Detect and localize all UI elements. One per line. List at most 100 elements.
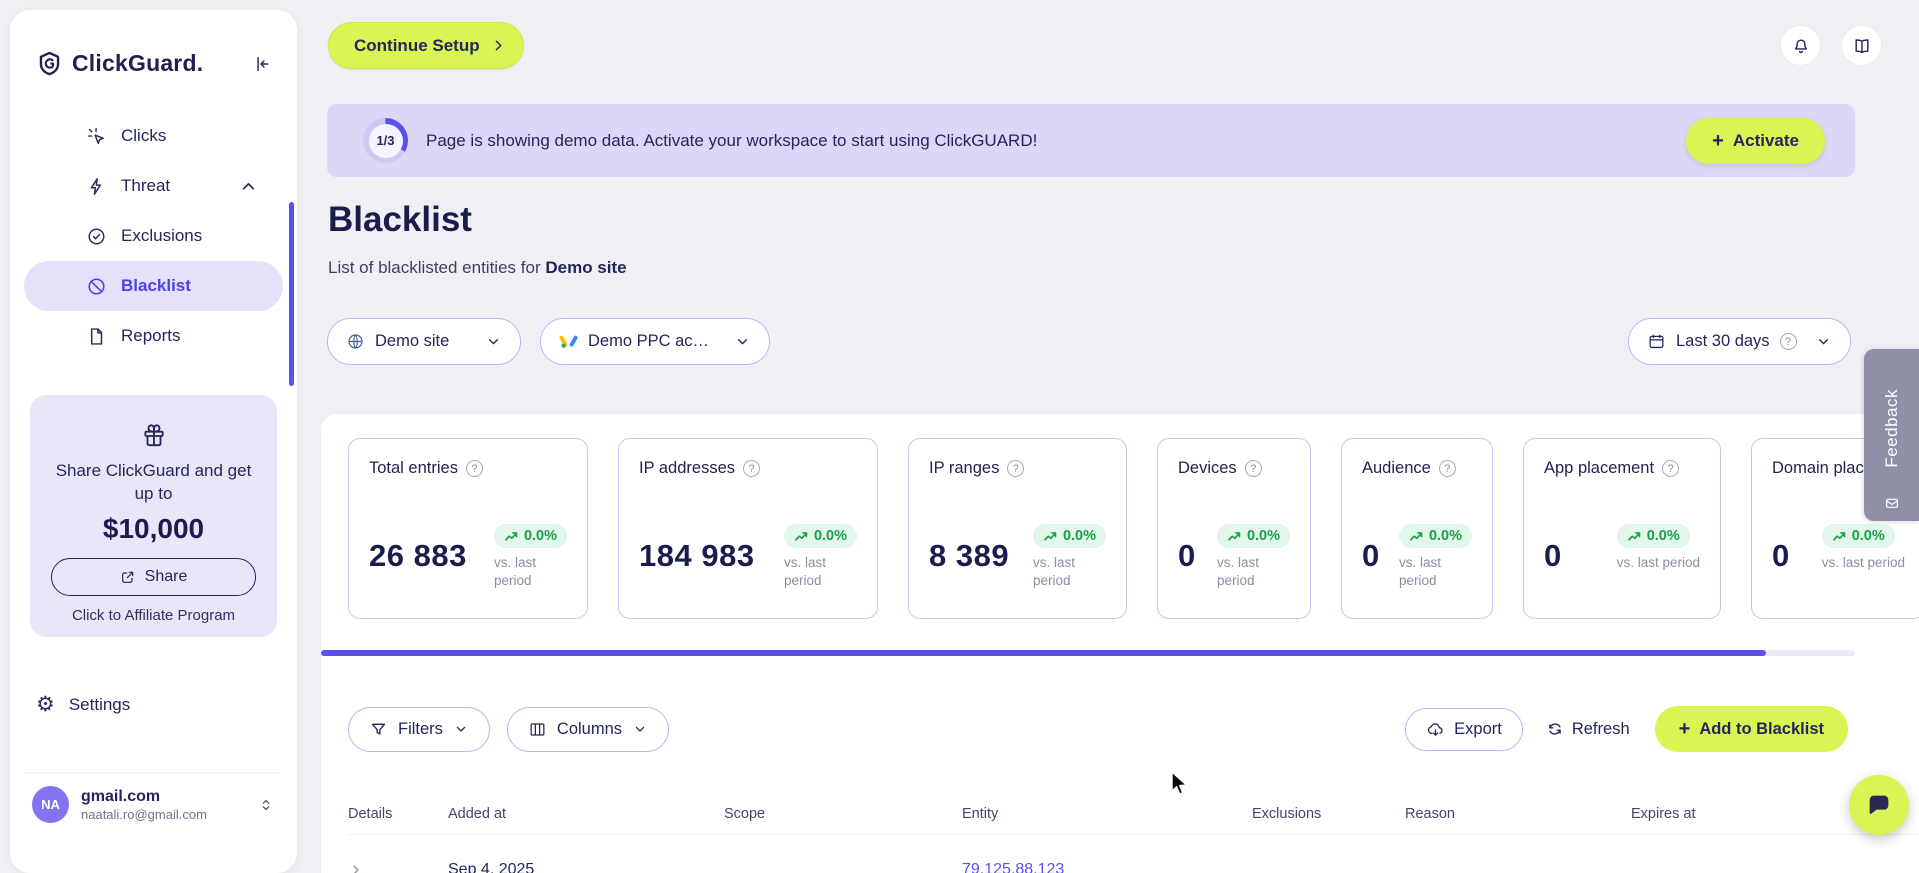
sidebar-scrollbar-thumb[interactable] xyxy=(289,202,294,386)
feedback-label: Feedback xyxy=(1881,388,1901,468)
table-row[interactable]: Sep 4, 2025 79.125.88.123 xyxy=(348,846,1919,873)
demo-data-banner: 1/3 Page is showing demo data. Activate … xyxy=(327,104,1855,177)
continue-setup-button[interactable]: Continue Setup xyxy=(328,22,524,69)
stat-card: Devices ? 0 0.0% vs. last period xyxy=(1157,438,1311,619)
sidebar-item-reports[interactable]: Reports xyxy=(24,311,283,361)
cell-added-at: Sep 4, 2025 xyxy=(448,861,535,873)
table-toolbar: Filters Columns Export Refresh + Add to … xyxy=(348,706,1848,752)
collapse-left-icon xyxy=(257,56,269,71)
vs-last-period-label: vs. last period xyxy=(493,555,536,588)
sidebar-item-label: Threat xyxy=(121,176,171,195)
refresh-button[interactable]: Refresh xyxy=(1546,720,1630,739)
chevron-down-icon xyxy=(1818,339,1829,345)
help-icon[interactable]: ? xyxy=(743,460,761,477)
stat-card-label: App placement xyxy=(1544,459,1655,477)
clickguard-logo-icon xyxy=(39,51,60,76)
share-button[interactable]: Share xyxy=(51,557,256,596)
sidebar-collapse-button[interactable] xyxy=(249,52,273,76)
stat-card-body: 8 389 0.0% vs. last period xyxy=(929,524,1106,589)
export-button[interactable]: Export xyxy=(1405,707,1523,751)
stats-cards-row: Total entries ? 26 883 0.0% vs. last per… xyxy=(321,414,1919,619)
ppc-account-selector[interactable]: Demo PPC ac… xyxy=(540,318,770,365)
external-link-icon xyxy=(121,571,133,583)
subtitle-text: List of blacklisted entities for xyxy=(328,258,541,277)
stat-card-value: 184 983 xyxy=(639,538,755,573)
plus-icon: + xyxy=(1678,718,1691,740)
trend-value: 0.0% xyxy=(1428,528,1462,544)
chevron-right-icon[interactable] xyxy=(348,862,364,873)
cell-entity[interactable]: 79.125.88.123 xyxy=(962,861,1252,873)
filters-dropdown[interactable]: Filters xyxy=(348,706,490,752)
stat-card-body: 26 883 0.0% vs. last period xyxy=(369,524,567,589)
promo-message: Share ClickGuard and get up to xyxy=(55,461,252,503)
horizontal-scrollbar-track xyxy=(321,650,1855,656)
stat-card-value: 8 389 xyxy=(929,538,1010,573)
sidebar-item-exclusions[interactable]: Exclusions xyxy=(24,211,283,261)
stat-card-body: 0 0.0% vs. last period xyxy=(1772,524,1905,572)
document-icon xyxy=(90,327,103,345)
stat-card-trend: 0.0% vs. last period xyxy=(1398,524,1472,589)
stat-card-header: Total entries ? xyxy=(369,459,567,478)
date-range-selector[interactable]: Last 30 days ? xyxy=(1628,318,1851,365)
stat-card-label: IP addresses xyxy=(639,459,736,477)
help-icon[interactable]: ? xyxy=(1244,460,1262,477)
vs-last-period-label: vs. last period xyxy=(1821,555,1905,570)
column-header-scope: Scope xyxy=(724,806,766,822)
feedback-tab[interactable]: Feedback xyxy=(1864,349,1919,521)
trend-up-icon xyxy=(1832,531,1845,541)
horizontal-scrollbar-thumb[interactable] xyxy=(321,650,1766,656)
notifications-button[interactable] xyxy=(1780,25,1821,66)
stat-card-trend: 0.0% vs. last period xyxy=(783,524,857,589)
stat-card: Audience ? 0 0.0% vs. last period xyxy=(1341,438,1493,619)
sidebar-item-settings[interactable]: ⚙ Settings xyxy=(10,682,297,727)
trend-up-icon xyxy=(1228,531,1241,541)
globe-icon xyxy=(348,334,363,349)
settings-label: Settings xyxy=(68,694,131,714)
affiliate-program-link[interactable]: Click to Affiliate Program xyxy=(48,607,259,624)
activate-button[interactable]: + Activate xyxy=(1686,117,1825,164)
add-to-blacklist-button[interactable]: + Add to Blacklist xyxy=(1654,706,1848,752)
banner-message: Page is showing demo data. Activate your… xyxy=(426,130,1038,150)
google-ads-icon xyxy=(559,335,578,348)
ppc-account-value: Demo PPC ac… xyxy=(588,332,710,350)
subtitle-site-name: Demo site xyxy=(545,258,627,277)
affiliate-promo-card: Share ClickGuard and get up to $10,000 S… xyxy=(30,395,277,637)
trend-badge: 0.0% xyxy=(1032,524,1106,548)
cloud-download-icon xyxy=(1428,722,1443,736)
trend-value: 0.0% xyxy=(813,528,847,544)
knowledge-base-button[interactable] xyxy=(1841,25,1882,66)
trend-value: 0.0% xyxy=(1851,528,1885,544)
stat-card-body: 0 0.0% vs. last period xyxy=(1178,524,1290,589)
column-header-reason: Reason xyxy=(1405,806,1455,822)
site-selector[interactable]: Demo site xyxy=(327,318,521,365)
columns-dropdown[interactable]: Columns xyxy=(506,706,670,752)
trend-value: 0.0% xyxy=(523,528,557,544)
stat-card-value: 0 xyxy=(1362,538,1380,573)
sidebar-item-blacklist[interactable]: Blacklist xyxy=(24,261,283,311)
stat-card-header: Devices ? xyxy=(1178,459,1290,478)
refresh-icon xyxy=(1549,723,1561,735)
sidebar-item-label: Clicks xyxy=(121,126,167,145)
chat-launcher[interactable] xyxy=(1849,775,1909,835)
chevron-down-icon xyxy=(737,339,748,345)
help-icon[interactable]: ? xyxy=(465,460,483,477)
stat-card-label: Audience xyxy=(1362,459,1431,477)
sidebar-item-threat[interactable]: Threat xyxy=(24,161,283,211)
stat-card-label: Devices xyxy=(1178,459,1237,477)
sidebar-item-clicks[interactable]: Clicks xyxy=(24,111,283,161)
trend-value: 0.0% xyxy=(1646,528,1680,544)
setup-progress-ring: 1/3 xyxy=(363,118,408,163)
gear-icon: ⚙ xyxy=(36,693,55,716)
help-icon[interactable]: ? xyxy=(1662,460,1680,477)
circle-check-icon xyxy=(88,227,105,245)
help-icon[interactable]: ? xyxy=(1779,333,1797,350)
vs-last-period-label: vs. last period xyxy=(783,555,826,588)
help-icon[interactable]: ? xyxy=(1007,460,1025,477)
columns-label: Columns xyxy=(556,719,623,738)
column-header-exclusions: Exclusions xyxy=(1252,806,1322,822)
sidebar-item-label: Reports xyxy=(121,326,181,345)
help-icon[interactable]: ? xyxy=(1438,460,1456,477)
trend-value: 0.0% xyxy=(1246,528,1280,544)
user-menu[interactable]: NA gmail.com naatali.ro@gmail.com xyxy=(10,786,297,823)
column-header-details: Details xyxy=(348,806,393,822)
